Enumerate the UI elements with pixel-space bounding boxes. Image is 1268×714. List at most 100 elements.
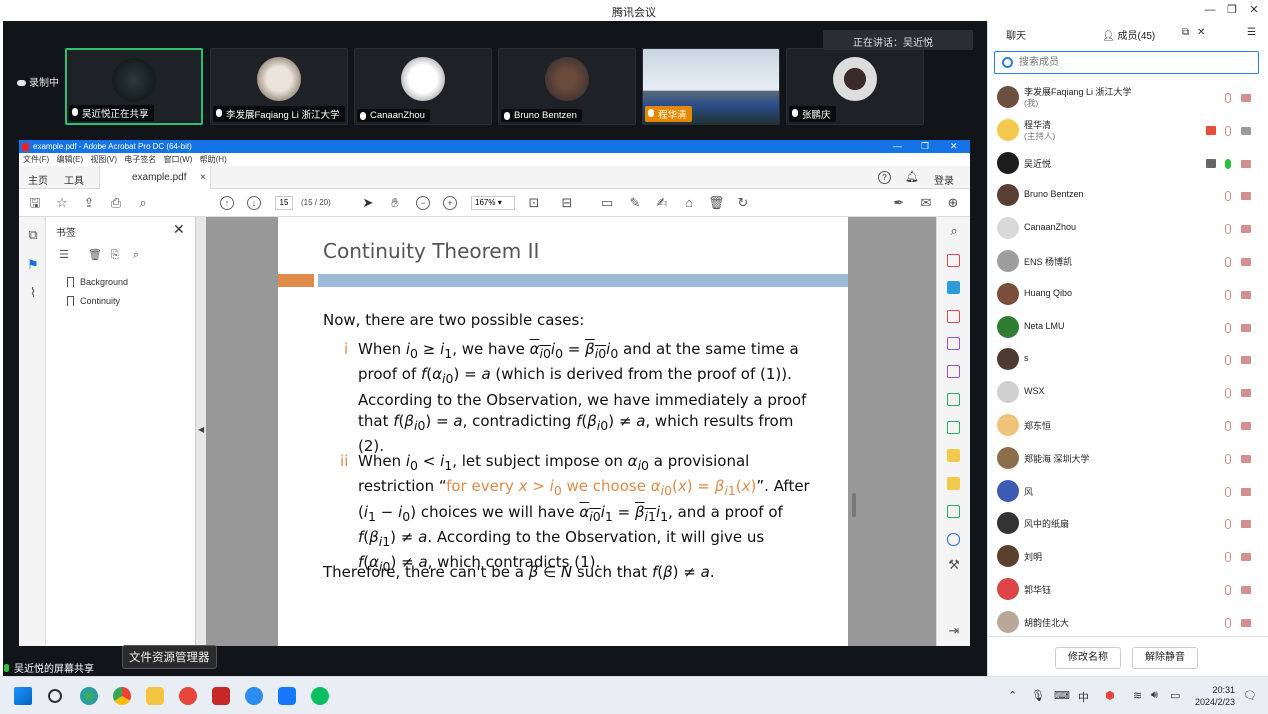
start-icon[interactable] bbox=[14, 687, 32, 705]
save-icon[interactable]: 🖫︎ bbox=[27, 195, 43, 211]
camera-icon[interactable] bbox=[1241, 389, 1251, 398]
bookmark-panel-icon[interactable]: ⚑ bbox=[25, 257, 41, 273]
tab-chat[interactable]: 聊天 bbox=[1006, 27, 1026, 42]
hand-tool-icon[interactable]: ✋︎ bbox=[387, 195, 403, 211]
menu-esign[interactable]: 电子签名 bbox=[124, 155, 156, 164]
fill-sign-icon[interactable] bbox=[947, 365, 960, 378]
tray-expand-icon[interactable]: ⌃ bbox=[1008, 689, 1017, 702]
participant-row[interactable]: 郑东恒 bbox=[988, 410, 1268, 443]
mic-icon[interactable] bbox=[1225, 93, 1231, 103]
camera-icon[interactable] bbox=[1241, 487, 1251, 496]
pages-icon[interactable]: ⧉ bbox=[25, 227, 41, 243]
popout-icon[interactable]: ⧉ bbox=[1182, 27, 1189, 38]
edge-icon[interactable] bbox=[80, 687, 98, 705]
share-icon[interactable]: ⊕ bbox=[945, 195, 961, 211]
participant-row[interactable]: ENS 杨博凯 bbox=[988, 246, 1268, 279]
tencent-meeting-icon[interactable] bbox=[278, 687, 296, 705]
create-pdf-icon[interactable] bbox=[947, 281, 960, 294]
menu-view[interactable]: 视图(V) bbox=[90, 155, 117, 164]
mic-icon[interactable] bbox=[1225, 453, 1231, 464]
find-bookmark-icon[interactable]: ⌕ bbox=[128, 247, 144, 263]
participant-row[interactable]: 刘明 bbox=[988, 541, 1268, 574]
member-search[interactable] bbox=[994, 51, 1259, 74]
battery-icon[interactable]: ▭ bbox=[1170, 689, 1180, 702]
acrobat-close-button[interactable]: ✕ bbox=[950, 140, 958, 153]
print-production-icon[interactable] bbox=[947, 505, 960, 518]
participant-tile[interactable]: 吴近悦正在共享 bbox=[65, 48, 203, 125]
bookmark-item[interactable]: Background bbox=[67, 277, 128, 287]
chrome-icon[interactable] bbox=[113, 687, 131, 705]
mic-icon[interactable] bbox=[1225, 322, 1231, 333]
camera-icon[interactable] bbox=[1241, 553, 1251, 562]
app-icon[interactable] bbox=[245, 687, 263, 705]
search-input[interactable] bbox=[1019, 55, 1249, 70]
participant-tile[interactable]: 张鹏庆 bbox=[786, 48, 924, 125]
file-explorer-icon[interactable] bbox=[146, 687, 164, 705]
camera-icon[interactable] bbox=[1241, 323, 1251, 332]
mic-icon[interactable] bbox=[1225, 125, 1231, 136]
page-down-icon[interactable]: ↓ bbox=[247, 196, 261, 210]
bell-icon[interactable]: 🔔︎ bbox=[905, 170, 919, 183]
tab-tools[interactable]: 工具 bbox=[64, 172, 84, 187]
close-panel-icon[interactable]: ✕ bbox=[1197, 27, 1205, 38]
organize-pages-icon[interactable] bbox=[947, 310, 960, 323]
mic-icon[interactable]: 🎙︎ bbox=[1031, 689, 1045, 702]
select-tool-icon[interactable]: ➤ bbox=[360, 195, 376, 211]
participant-row[interactable]: 胡韵佳北大 bbox=[988, 607, 1268, 640]
camera-icon[interactable] bbox=[1241, 94, 1251, 102]
ime-icon[interactable]: 中 bbox=[1078, 689, 1089, 705]
scan-icon[interactable] bbox=[947, 393, 960, 406]
volume-icon[interactable]: 🔊︎ bbox=[1151, 689, 1158, 702]
delete-icon[interactable]: 🗑︎ bbox=[708, 195, 725, 211]
stamp-icon[interactable]: ⌂ bbox=[681, 195, 697, 211]
participant-row[interactable]: Bruno Bentzen bbox=[988, 180, 1268, 213]
camera-icon[interactable] bbox=[1241, 159, 1251, 168]
zoom-in-icon[interactable]: + bbox=[443, 196, 457, 210]
camera-icon[interactable] bbox=[1241, 225, 1251, 234]
participant-row[interactable]: Huang Qibo bbox=[988, 279, 1268, 312]
camera-icon[interactable] bbox=[1241, 356, 1251, 365]
notification-icon[interactable]: 🗨︎ bbox=[1243, 689, 1257, 702]
export-pdf-icon[interactable] bbox=[947, 254, 960, 267]
participant-row[interactable]: 风 bbox=[988, 476, 1268, 509]
participant-tile[interactable]: CanaanZhou bbox=[354, 48, 492, 125]
participant-row[interactable]: 李发展Faqiang Li 浙江大学 (我) bbox=[988, 82, 1268, 115]
protect-icon[interactable] bbox=[947, 533, 960, 546]
edit-pdf-icon[interactable] bbox=[947, 337, 960, 350]
participant-row[interactable]: s bbox=[988, 344, 1268, 377]
zoom-select[interactable]: 167% ▾ bbox=[471, 196, 515, 210]
minimize-button[interactable]: — bbox=[1200, 2, 1220, 18]
mic-icon[interactable] bbox=[1225, 552, 1231, 563]
camera-icon[interactable] bbox=[1241, 618, 1251, 627]
close-panel-icon[interactable]: ✕ bbox=[173, 221, 185, 238]
camera-icon[interactable] bbox=[1241, 520, 1251, 529]
unmute-button[interactable]: 解除静音 bbox=[1132, 647, 1198, 669]
app-tray-icon[interactable]: ⬢ bbox=[1105, 689, 1115, 702]
mic-icon[interactable] bbox=[1225, 388, 1231, 399]
mic-icon[interactable] bbox=[1225, 158, 1231, 169]
participant-row[interactable]: CanaanZhou bbox=[988, 213, 1268, 246]
menu-file[interactable]: 文件(F) bbox=[23, 155, 49, 164]
star-icon[interactable]: ☆ bbox=[54, 195, 70, 211]
search-icon[interactable] bbox=[48, 689, 62, 703]
camera-icon[interactable] bbox=[1241, 192, 1251, 201]
participant-row[interactable]: 风中的纸扇 bbox=[988, 508, 1268, 541]
close-tab-icon[interactable]: × bbox=[200, 172, 206, 183]
scrollbar-thumb[interactable] bbox=[852, 493, 856, 517]
mic-icon[interactable] bbox=[1225, 355, 1231, 366]
page-up-icon[interactable]: ↑ bbox=[220, 196, 234, 210]
camera-icon[interactable] bbox=[1241, 258, 1251, 266]
delete-bookmark-icon[interactable]: 🗑︎ bbox=[87, 247, 103, 263]
collapse-rail-icon[interactable]: ⇥ bbox=[946, 623, 962, 639]
participant-row[interactable]: Neta LMU bbox=[988, 312, 1268, 345]
participant-row[interactable]: 吴近悦 bbox=[988, 148, 1268, 181]
zoom-icon[interactable]: ⌕ bbox=[946, 223, 962, 239]
comment-icon[interactable]: ▭ bbox=[599, 195, 615, 211]
participant-row[interactable]: 程华清 (主持人) bbox=[988, 115, 1268, 148]
tab-members[interactable]: 👤︎ 成员(45) bbox=[1102, 27, 1155, 42]
login-button[interactable]: 登录 bbox=[934, 172, 954, 187]
draw-icon[interactable]: ✍︎ bbox=[654, 195, 670, 211]
email-icon[interactable]: ✉︎ bbox=[918, 195, 934, 211]
measure-icon[interactable]: ⊟ bbox=[559, 195, 575, 211]
acrobat-icon[interactable] bbox=[212, 687, 230, 705]
